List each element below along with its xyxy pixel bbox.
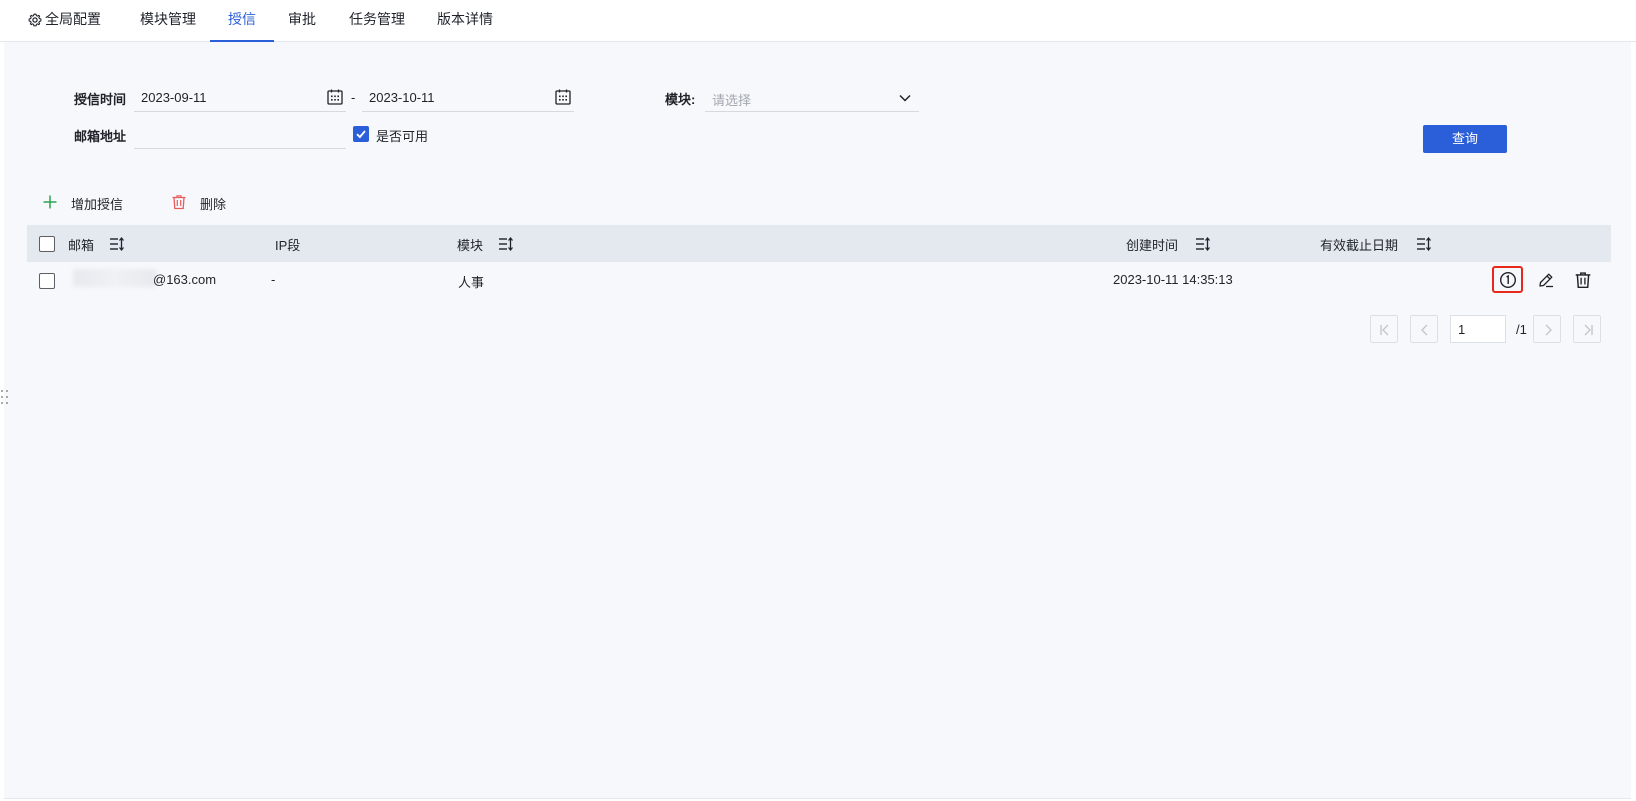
cell-module: 人事 [458,275,485,290]
email-address-input[interactable] [134,121,346,149]
first-page-icon [1380,324,1389,336]
date-range-separator: - [351,90,356,105]
tab-module-management[interactable]: 模块管理 [140,0,196,42]
end-date-field[interactable]: 2023-10-11 [362,84,574,112]
edit-icon [1539,273,1553,288]
calendar-icon[interactable] [326,88,344,106]
delete-button[interactable]: 删除 [171,192,237,212]
calendar-icon[interactable] [554,88,572,106]
cell-email: @163.com [153,272,217,287]
edit-button[interactable] [1535,269,1557,291]
column-module: 模块 [457,238,484,253]
top-tab-bar: 全局配置 模块管理 授信 审批 任务管理 版本详情 [0,0,1636,42]
sort-icon[interactable] [109,236,125,252]
tab-version-details[interactable]: 版本详情 [437,0,493,42]
available-label: 是否可用 [376,129,429,144]
plus-icon [43,195,57,209]
trash-icon [1575,272,1591,289]
last-page-button[interactable] [1573,315,1601,343]
page-total: /1 [1516,322,1527,337]
table-row: @163.com - 人事 2023-10-11 14:35:13 [27,262,1611,298]
start-date-value: 2023-09-11 [141,90,207,105]
info-icon [1499,271,1517,289]
module-label: 模块: [665,92,696,107]
select-all-checkbox[interactable] [39,236,55,252]
column-created-time: 创建时间 [1126,238,1179,253]
sort-icon[interactable] [1195,236,1211,252]
prev-page-icon [1421,324,1428,336]
cell-created-time: 2023-10-11 14:35:13 [1113,272,1233,287]
drag-handle-icon[interactable] [0,388,10,406]
trash-icon [172,195,186,210]
column-expiry-date: 有效截止日期 [1320,238,1399,253]
first-page-button[interactable] [1370,315,1398,343]
email-address-label: 邮箱地址 [74,129,127,144]
delete-row-button[interactable] [1572,269,1594,291]
end-date-value: 2023-10-11 [369,90,435,105]
module-select[interactable]: 请选择 [705,84,919,112]
sort-icon[interactable] [1416,236,1432,252]
chevron-down-icon [899,94,911,102]
tab-global-config[interactable]: 全局配置 [28,0,101,42]
prev-page-button[interactable] [1410,315,1438,343]
module-select-placeholder: 请选择 [712,93,752,108]
tab-approval[interactable]: 审批 [288,0,316,42]
add-credit-label: 增加授信 [71,197,124,212]
column-ip: IP段 [275,238,301,253]
tab-task-management[interactable]: 任务管理 [349,0,405,42]
row-checkbox[interactable] [39,273,55,289]
delete-label: 删除 [200,197,227,212]
column-email: 邮箱 [68,238,95,253]
available-checkbox[interactable] [353,126,369,142]
start-date-field[interactable]: 2023-09-11 [134,84,346,112]
redacted-email-prefix [73,269,157,287]
next-page-icon [1545,324,1552,336]
sort-icon[interactable] [498,236,514,252]
tab-global-config-label: 全局配置 [45,11,101,27]
add-credit-button[interactable]: 增加授信 [42,192,132,212]
gear-icon [28,13,42,27]
cell-ip: - [271,272,276,287]
query-button[interactable]: 查询 [1423,125,1507,153]
credit-time-label: 授信时间 [74,92,127,107]
table-header: 邮箱 IP段 模块 创建时间 有效截止日期 [27,225,1611,262]
content-area: 授信时间 2023-09-11 - 2023-10-11 模块: 请选择 邮箱地… [4,42,1631,799]
last-page-icon [1584,324,1593,336]
page-number-input[interactable] [1450,315,1506,343]
next-page-button[interactable] [1533,315,1561,343]
info-button[interactable] [1492,266,1523,293]
tab-credit[interactable]: 授信 [210,0,274,42]
check-icon [356,130,366,139]
